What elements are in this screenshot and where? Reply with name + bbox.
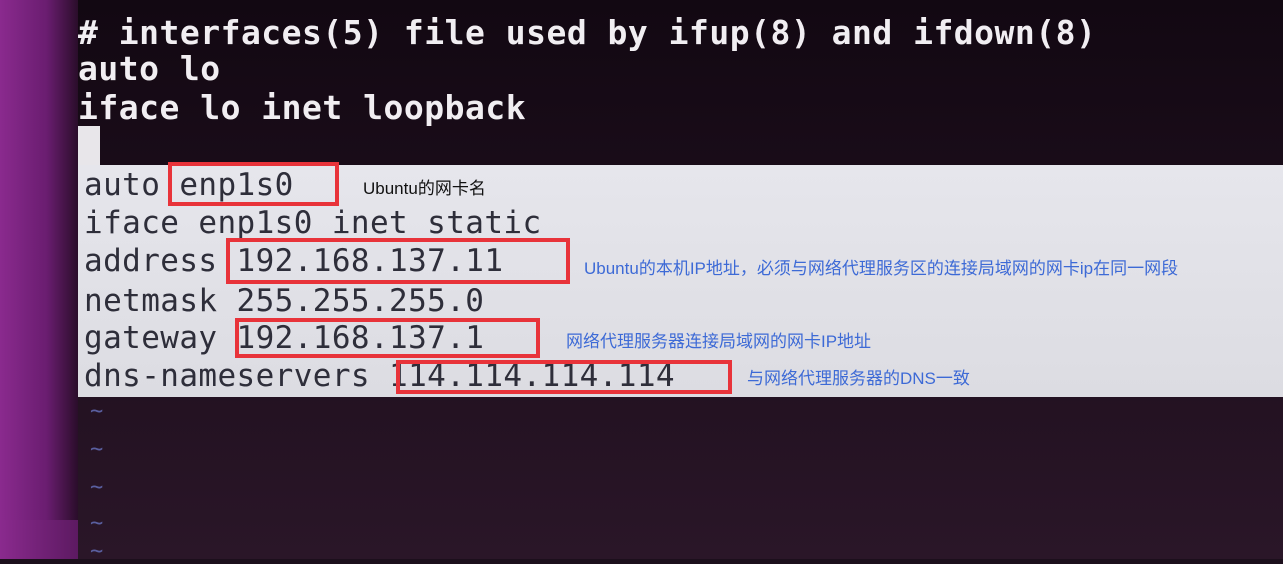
empty-line-marker: ~ <box>90 399 104 424</box>
gateway-key: gateway <box>84 320 218 356</box>
local-ip-annotation: Ubuntu的本机IP地址，必须与网络代理服务区的连接局域网的网卡ip在同一网段 <box>584 259 1179 278</box>
auto-lo-line: auto lo <box>78 49 221 88</box>
empty-line-marker: ~ <box>90 437 104 462</box>
monitor-bezel-left <box>0 0 78 559</box>
comment-line: # interfaces(5) file used by ifup(8) and… <box>78 13 1097 52</box>
empty-line-marker: ~ <box>90 511 104 536</box>
address-highlight <box>226 238 570 284</box>
iface-lo-line: iface lo inet loopback <box>78 88 527 127</box>
empty-line-marker: ~ <box>90 539 104 564</box>
iface-line: iface enp1s0 inet static <box>84 205 542 241</box>
address-key: address <box>84 243 218 279</box>
text-cursor <box>78 126 100 166</box>
gateway-highlight <box>235 318 540 358</box>
empty-line-marker: ~ <box>90 475 104 500</box>
netmask-line: netmask 255.255.255.0 <box>84 283 485 319</box>
gateway-annotation: 网络代理服务器连接局域网的网卡IP地址 <box>566 332 872 351</box>
nic-name-highlight <box>168 162 339 206</box>
dns-highlight <box>396 360 732 394</box>
nic-name-annotation: Ubuntu的网卡名 <box>363 179 486 198</box>
dns-annotation: 与网络代理服务器的DNS一致 <box>747 369 970 388</box>
dns-key: dns-nameservers <box>84 358 370 394</box>
auto-keyword: auto <box>84 167 161 203</box>
